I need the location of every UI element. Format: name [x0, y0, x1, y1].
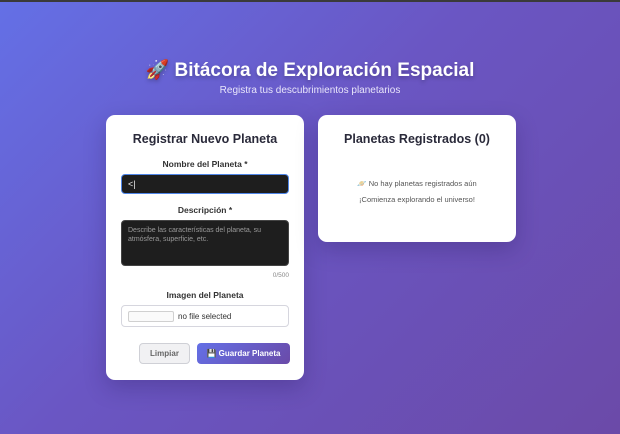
registered-planets-card: Planetas Registrados (0) 🪐 No hay planet… [318, 115, 516, 242]
window-top-border [0, 0, 620, 2]
description-textarea[interactable] [121, 220, 289, 266]
clear-button[interactable]: Limpiar [139, 343, 190, 364]
description-label: Descripción * [177, 205, 233, 215]
empty-state-message: 🪐 No hay planetas registrados aún [357, 179, 477, 188]
new-planet-form-card: Registrar Nuevo Planeta Nombre del Plane… [106, 115, 304, 380]
save-planet-button[interactable]: 💾 Guardar Planeta [197, 343, 290, 364]
planet-name-label: Nombre del Planeta * [162, 159, 248, 169]
image-file-input[interactable]: no file selected [121, 305, 289, 327]
choose-file-button[interactable] [128, 311, 174, 322]
page-subtitle: Registra tus descubrimientos planetarios [219, 85, 401, 96]
form-heading: Registrar Nuevo Planeta [132, 132, 278, 146]
list-heading: Planetas Registrados (0) [344, 132, 490, 146]
image-label: Imagen del Planeta [166, 290, 244, 300]
empty-state-subtext: ¡Comienza explorando el universo! [359, 195, 475, 204]
planet-name-input[interactable]: <| [121, 174, 289, 194]
page-title: 🚀 Bitácora de Exploración Espacial [145, 60, 475, 81]
char-counter: 0/500 [272, 272, 289, 279]
file-status-text: no file selected [178, 312, 232, 321]
